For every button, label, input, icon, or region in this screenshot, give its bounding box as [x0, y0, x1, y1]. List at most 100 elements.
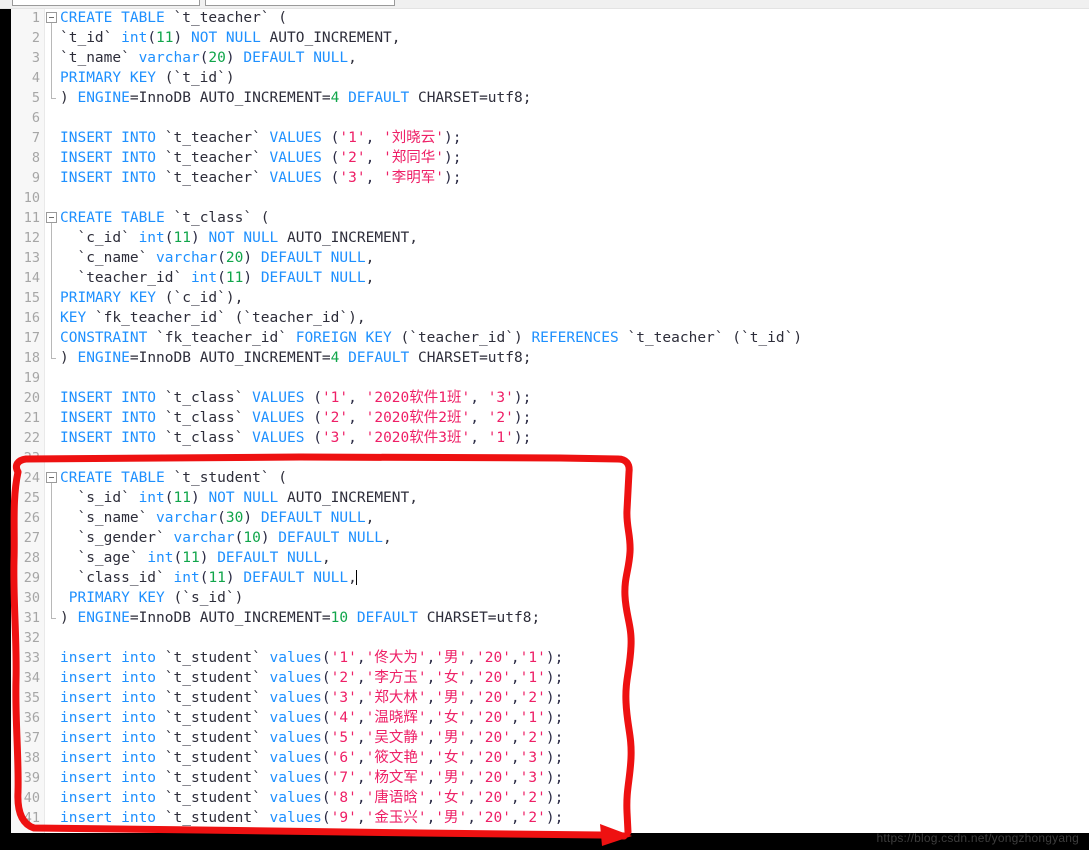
code-line[interactable]: 13 `c_name` varchar(20) DEFAULT NULL, [11, 248, 1089, 268]
code-line[interactable]: 33 insert into `t_student` values('1','佟大… [11, 648, 1089, 668]
code-token-plain: `t_student` [164, 750, 270, 766]
code-line[interactable]: 6 [11, 108, 1089, 128]
code-token-str: '9' [330, 810, 357, 826]
code-token-num: 11 [208, 570, 226, 586]
code-token-str: '1' [519, 670, 546, 686]
code-line[interactable]: 8 INSERT INTO `t_teacher` VALUES ('2', '郑… [11, 148, 1089, 168]
code-token-kw: VALUES [269, 150, 322, 166]
code-token-num: 30 [225, 510, 244, 526]
code-line[interactable]: 37 insert into `t_student` values('5','吴文… [11, 728, 1089, 748]
code-line[interactable]: 12 `c_id` int(11) NOT NULL AUTO_INCREMEN… [11, 228, 1089, 248]
code-line[interactable]: 3 `t_name` varchar(20) DEFAULT NULL, [11, 48, 1089, 68]
code-line[interactable]: 28 `s_age` int(11) DEFAULT NULL, [11, 548, 1089, 568]
code-token-pun: ( [321, 650, 331, 666]
code-line[interactable]: 15 PRIMARY KEY (`c_id`), [11, 288, 1089, 308]
code-token-pun: ) [243, 250, 261, 266]
code-line[interactable]: 1 CREATE TABLE `t_teacher` ( [11, 8, 1089, 28]
line-number: 13 [23, 250, 40, 266]
code-line[interactable]: 26 `s_name` varchar(30) DEFAULT NULL, [11, 508, 1089, 528]
code-token-str: '男' [435, 650, 468, 666]
code-token-pun: ); [513, 390, 532, 406]
code-text: `s_id` int(11) NOT NULL AUTO_INCREMENT, [60, 488, 418, 508]
line-number: 5 [31, 90, 40, 106]
code-line[interactable]: 14 `teacher_id` int(11) DEFAULT NULL, [11, 268, 1089, 288]
code-line[interactable]: 9 INSERT INTO `t_teacher` VALUES ('3', '李… [11, 168, 1089, 188]
code-token-str: '20' [476, 650, 511, 666]
line-number: 15 [23, 290, 40, 306]
code-line[interactable]: 24 CREATE TABLE `t_student` ( [11, 468, 1089, 488]
code-line[interactable]: 38 insert into `t_student` values('6','筱文… [11, 748, 1089, 768]
code-line[interactable]: 40 insert into `t_student` values('8','唐语… [11, 788, 1089, 808]
code-line[interactable]: 2 `t_id` int(11) NOT NULL AUTO_INCREMENT, [11, 28, 1089, 48]
code-line[interactable]: 17 CONSTRAINT `fk_teacher_id` FOREIGN KEY… [11, 328, 1089, 348]
code-token-plain: `t_class` [164, 390, 253, 406]
code-text: insert into `t_student` values('9','金玉兴'… [60, 808, 563, 828]
code-line[interactable]: 11 CREATE TABLE `t_class` ( [11, 208, 1089, 228]
code-token-kw: values [269, 770, 322, 786]
code-line[interactable]: 32 [11, 628, 1089, 648]
code-token-pun: ( [321, 130, 340, 146]
code-line[interactable]: 19 [11, 368, 1089, 388]
code-line[interactable]: 18) ENGINE=InnoDB AUTO_INCREMENT=4 DEFAU… [11, 348, 1089, 368]
code-token-num: 11 [156, 30, 174, 46]
code-line[interactable]: 21 INSERT INTO `t_class` VALUES ('2', '20… [11, 408, 1089, 428]
code-token-pun: ) [225, 50, 244, 66]
code-line[interactable]: 30 PRIMARY KEY (`s_id`) [11, 588, 1089, 608]
code-line[interactable]: 10 [11, 188, 1089, 208]
code-token-pun: ); [545, 770, 564, 786]
code-text: PRIMARY KEY (`s_id`) [60, 588, 244, 608]
code-line[interactable]: 27 `s_gender` varchar(10) DEFAULT NULL, [11, 528, 1089, 548]
code-token-kw: DEFAULT NULL [217, 550, 322, 566]
code-line[interactable]: 4 PRIMARY KEY (`t_id`) [11, 68, 1089, 88]
code-token-pun: ( [321, 170, 340, 186]
fold-collapse-icon[interactable] [46, 212, 57, 223]
watermark-text: https://blog.csdn.net/yongzhongyang [876, 831, 1079, 845]
line-number: 12 [23, 230, 40, 246]
code-lines-container[interactable]: 1 CREATE TABLE `t_teacher` (2 `t_id` int(1… [11, 8, 1089, 828]
code-text: insert into `t_student` values('6','筱文艳'… [60, 748, 563, 768]
fold-end-marker [51, 608, 56, 619]
code-line[interactable]: 41 insert into `t_student` values('9','金玉… [11, 808, 1089, 828]
code-token-kw: DEFAULT NULL [260, 270, 366, 286]
code-token-pun: ); [444, 170, 462, 186]
code-line[interactable]: 29 `class_id` int(11) DEFAULT NULL, [11, 568, 1089, 588]
code-text: `t_name` varchar(20) DEFAULT NULL, [60, 48, 357, 68]
code-line[interactable]: 36 insert into `t_student` values('4','温晓… [11, 708, 1089, 728]
code-text: PRIMARY KEY (`c_id`), [60, 288, 243, 308]
code-token-pun: ( [304, 390, 322, 406]
code-token-pun: ); [513, 430, 532, 446]
code-token-str: '20' [476, 710, 511, 726]
code-line[interactable]: 25 `s_id` int(11) NOT NULL AUTO_INCREMEN… [11, 488, 1089, 508]
fold-guide-line [51, 308, 52, 328]
code-line[interactable]: 5) ENGINE=InnoDB AUTO_INCREMENT=4 DEFAUL… [11, 88, 1089, 108]
code-text: insert into `t_student` values('3','郑大林'… [60, 688, 563, 708]
code-token-str: '5' [330, 730, 357, 746]
code-line[interactable]: 39 insert into `t_student` values('7','杨文… [11, 768, 1089, 788]
code-line[interactable]: 22 INSERT INTO `t_class` VALUES ('3', '20… [11, 428, 1089, 448]
code-token-pun: ); [545, 790, 564, 806]
code-token-str: '3' [339, 170, 366, 186]
line-number: 6 [31, 110, 40, 126]
code-line[interactable]: 7 INSERT INTO `t_teacher` VALUES ('1', '刘… [11, 128, 1089, 148]
code-line[interactable]: 16 KEY `fk_teacher_id` (`teacher_id`), [11, 308, 1089, 328]
fold-collapse-icon[interactable] [46, 472, 57, 483]
toolbar-dropdown-1[interactable] [12, 0, 200, 6]
code-token-kw: PRIMARY KEY [60, 590, 174, 606]
toolbar-strip [0, 0, 1089, 9]
code-line[interactable]: 35 insert into `t_student` values('3','郑大… [11, 688, 1089, 708]
fold-collapse-icon[interactable] [46, 12, 57, 23]
code-line[interactable]: 20 INSERT INTO `t_class` VALUES ('1', '20… [11, 388, 1089, 408]
sql-code-editor[interactable]: 1 CREATE TABLE `t_teacher` (2 `t_id` int(1… [11, 8, 1089, 833]
line-number: 11 [23, 210, 40, 226]
code-text: ) ENGINE=InnoDB AUTO_INCREMENT=10 DEFAUL… [60, 608, 540, 628]
code-line[interactable]: 34 insert into `t_student` values('2','李方… [11, 668, 1089, 688]
code-line[interactable]: 31) ENGINE=InnoDB AUTO_INCREMENT=10 DEFA… [11, 608, 1089, 628]
code-line[interactable]: 23 [11, 448, 1089, 468]
code-token-plain: `t_student` [164, 790, 270, 806]
line-number: 10 [23, 190, 40, 206]
code-token-plain: , [365, 250, 375, 266]
code-token-num: 10 [330, 610, 349, 626]
code-token-str: '李明军' [383, 170, 445, 186]
code-text: INSERT INTO `t_teacher` VALUES ('2', '郑同… [60, 148, 462, 168]
toolbar-dropdown-2[interactable] [205, 0, 395, 6]
